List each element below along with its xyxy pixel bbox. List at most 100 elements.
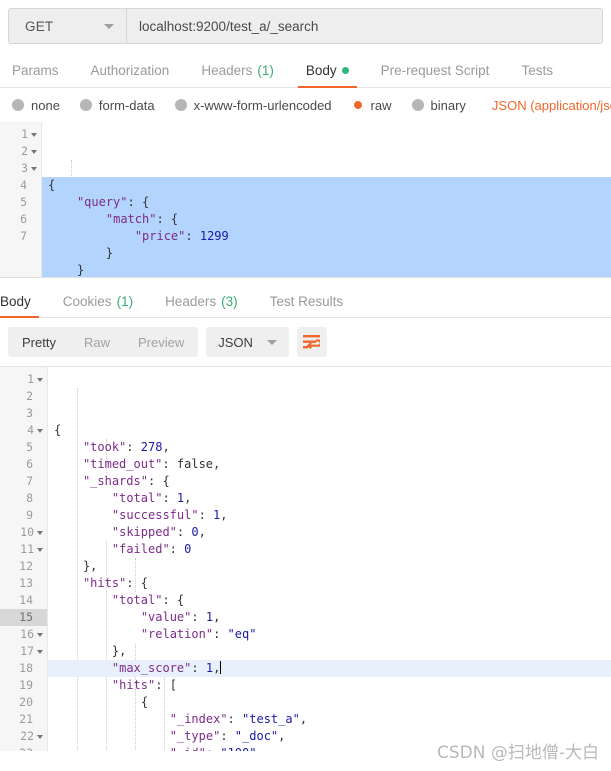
- code-line[interactable]: "price": 1299: [42, 228, 611, 245]
- code-line[interactable]: "successful": 1,: [48, 507, 611, 524]
- request-body-editor[interactable]: 1 2 3 4 5 6 7 { "query": { "match": { "price":…: [0, 122, 611, 277]
- body-type-form-data-label: form-data: [98, 97, 155, 113]
- code-line[interactable]: "timed_out": false,: [48, 456, 611, 473]
- code-line[interactable]: "total": {: [48, 592, 611, 609]
- tab-headers[interactable]: Headers (1): [185, 63, 290, 87]
- response-tabs: Body Cookies (1) Headers (3) Test Result…: [0, 278, 611, 318]
- line-number[interactable]: 3: [0, 160, 41, 177]
- body-type-raw-label: raw: [370, 97, 392, 113]
- line-number-label: 8: [26, 491, 33, 505]
- response-tab-cookies-count: (1): [116, 294, 134, 309]
- code-line[interactable]: }: [42, 245, 611, 262]
- line-number[interactable]: 11: [0, 541, 47, 558]
- http-method-label: GET: [25, 18, 54, 34]
- code-line[interactable]: "_type": "_doc",: [48, 728, 611, 745]
- line-number[interactable]: 22: [0, 728, 47, 745]
- body-type-form-data[interactable]: form-data: [79, 97, 155, 113]
- code-line[interactable]: }: [42, 262, 611, 277]
- response-toolbar: Pretty Raw Preview JSON: [0, 318, 611, 366]
- word-wrap-button[interactable]: [296, 327, 327, 357]
- line-number-label: 6: [26, 457, 33, 471]
- line-number[interactable]: 2: [0, 143, 41, 160]
- response-tab-body-label: Body: [0, 294, 31, 309]
- body-type-binary[interactable]: binary: [411, 98, 466, 113]
- line-number[interactable]: 16: [0, 626, 47, 643]
- response-tab-cookies[interactable]: Cookies (1): [47, 294, 149, 317]
- request-url-input[interactable]: localhost:9200/test_a/_search: [127, 9, 602, 43]
- line-number-label: 5: [26, 440, 33, 454]
- line-number[interactable]: 4: [0, 422, 47, 439]
- code-line[interactable]: "_id": "100",: [48, 745, 611, 751]
- view-mode-raw[interactable]: Raw: [70, 327, 124, 357]
- response-language-select[interactable]: JSON: [206, 327, 289, 357]
- fold-arrow-icon[interactable]: [37, 632, 43, 637]
- response-tab-body[interactable]: Body: [0, 294, 47, 318]
- view-mode-pretty[interactable]: Pretty: [8, 327, 70, 357]
- code-line[interactable]: "relation": "eq": [48, 626, 611, 643]
- tab-headers-count: (1): [257, 63, 274, 78]
- fold-arrow-icon[interactable]: [37, 734, 43, 739]
- fold-arrow-icon[interactable]: [37, 530, 43, 535]
- code-line[interactable]: "hits": [: [48, 677, 611, 694]
- fold-arrow-icon[interactable]: [31, 132, 37, 137]
- tab-pre-request-script[interactable]: Pre-request Script: [365, 63, 506, 87]
- tab-tests[interactable]: Tests: [505, 63, 569, 87]
- chevron-down-icon: [266, 339, 277, 345]
- line-number: 21: [0, 711, 47, 728]
- tab-body[interactable]: Body: [290, 63, 365, 88]
- code-line[interactable]: "failed": 0: [48, 541, 611, 558]
- view-mode-preview[interactable]: Preview: [124, 327, 198, 357]
- code-line[interactable]: "max_score": 1,: [48, 660, 611, 677]
- radio-icon: [79, 99, 92, 111]
- fold-arrow-icon[interactable]: [37, 649, 43, 654]
- content-type-select[interactable]: JSON (application/json): [492, 98, 611, 113]
- response-tab-headers-count: (3): [221, 294, 238, 309]
- body-type-none[interactable]: none: [12, 98, 60, 113]
- code-line[interactable]: },: [48, 558, 611, 575]
- code-line[interactable]: "total": 1,: [48, 490, 611, 507]
- response-view-mode-group: Pretty Raw Preview: [8, 327, 199, 357]
- code-line[interactable]: {: [48, 422, 611, 439]
- line-number: 6: [0, 456, 47, 473]
- line-number[interactable]: 1: [0, 126, 41, 143]
- code-line[interactable]: "took": 278,: [48, 439, 611, 456]
- code-line[interactable]: "query": {: [42, 194, 611, 211]
- line-number[interactable]: 10: [0, 524, 47, 541]
- fold-arrow-icon[interactable]: [37, 377, 43, 382]
- request-editor-code[interactable]: { "query": { "match": { "price": 1299 } …: [42, 122, 611, 277]
- tab-params[interactable]: Params: [12, 63, 75, 87]
- code-line[interactable]: },: [48, 643, 611, 660]
- tab-authorization[interactable]: Authorization: [75, 63, 186, 87]
- line-number: 5: [0, 439, 47, 456]
- code-line[interactable]: "match": {: [42, 211, 611, 228]
- line-number-label: 1: [21, 127, 28, 141]
- fold-arrow-icon[interactable]: [31, 149, 37, 154]
- line-number-label: 11: [20, 542, 34, 556]
- response-tab-headers[interactable]: Headers (3): [149, 294, 254, 317]
- response-tab-test-results[interactable]: Test Results: [254, 294, 360, 317]
- line-number: 19: [0, 677, 47, 694]
- line-number: 2: [0, 388, 47, 405]
- body-type-urlencoded[interactable]: x-www-form-urlencoded: [174, 97, 332, 113]
- code-line[interactable]: "value": 1,: [48, 609, 611, 626]
- fold-arrow-icon[interactable]: [37, 547, 43, 552]
- code-line[interactable]: {: [42, 177, 611, 194]
- url-bar-container: GET localhost:9200/test_a/_search: [0, 0, 611, 44]
- body-type-raw[interactable]: raw: [351, 97, 392, 113]
- text-cursor: [220, 661, 222, 674]
- code-line[interactable]: "skipped": 0,: [48, 524, 611, 541]
- response-body-editor[interactable]: 1234567891011121314151617181920212223242…: [0, 366, 611, 751]
- line-number[interactable]: 17: [0, 643, 47, 660]
- code-line[interactable]: "_index": "test_a",: [48, 711, 611, 728]
- line-number[interactable]: 1: [0, 371, 47, 388]
- body-type-urlencoded-label: x-www-form-urlencoded: [193, 97, 332, 113]
- fold-arrow-icon[interactable]: [31, 166, 37, 171]
- tab-tests-label: Tests: [521, 63, 553, 78]
- code-line[interactable]: "_shards": {: [48, 473, 611, 490]
- fold-arrow-icon[interactable]: [37, 428, 43, 433]
- code-line[interactable]: "hits": {: [48, 575, 611, 592]
- response-editor-code[interactable]: { "took": 278, "timed_out": false, "_sha…: [48, 367, 611, 751]
- code-line[interactable]: {: [48, 694, 611, 711]
- http-method-select[interactable]: GET: [9, 9, 127, 43]
- tab-body-label: Body: [305, 63, 337, 78]
